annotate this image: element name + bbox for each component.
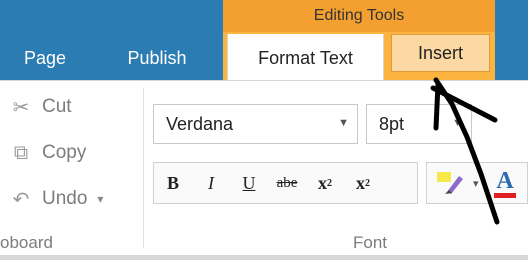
copy-icon: ⧉ bbox=[13, 141, 29, 164]
scissors-icon: ✂ bbox=[12, 96, 30, 119]
font-group-label-text: Font bbox=[352, 233, 388, 252]
tab-page[interactable]: Page bbox=[0, 38, 90, 78]
text-format-buttons: B I U abe x2 x2 bbox=[153, 162, 418, 204]
bold-label: B bbox=[166, 172, 179, 193]
italic-button[interactable]: I bbox=[192, 163, 230, 203]
subscript-label: x bbox=[318, 172, 327, 193]
tab-format-text[interactable]: Format Text bbox=[227, 34, 384, 82]
highlight-dropdown-icon[interactable]: ▾ bbox=[473, 177, 485, 190]
font-color-button[interactable]: A bbox=[485, 163, 525, 203]
tab-insert[interactable]: Insert bbox=[391, 34, 490, 72]
superscript-label: x bbox=[356, 172, 365, 193]
font-group-label: Font bbox=[340, 230, 400, 256]
undo-dropdown-icon[interactable]: ▾ bbox=[97, 192, 103, 206]
undo-button[interactable]: ↶ Undo ▾ bbox=[8, 184, 104, 214]
font-color-label: A bbox=[496, 168, 514, 194]
copy-label: Copy bbox=[42, 142, 87, 163]
subscript-button[interactable]: x2 bbox=[306, 163, 344, 203]
font-size-dropdown-icon[interactable]: ▼ bbox=[452, 117, 463, 129]
font-family-value: Verdana bbox=[166, 113, 234, 134]
underline-button[interactable]: U bbox=[230, 163, 268, 203]
font-family-select[interactable]: Verdana ▼ bbox=[153, 104, 358, 144]
undo-label: Undo bbox=[42, 188, 88, 209]
font-family-dropdown-icon[interactable]: ▼ bbox=[338, 117, 349, 129]
italic-label: I bbox=[208, 172, 214, 193]
editing-tools-label: Editing Tools bbox=[313, 7, 405, 24]
group-separator bbox=[143, 88, 144, 248]
tab-publish-label: Publish bbox=[127, 47, 187, 68]
tab-format-text-label: Format Text bbox=[258, 47, 353, 68]
tab-insert-label: Insert bbox=[417, 42, 464, 63]
highlighter-icon bbox=[437, 172, 463, 194]
cut-label: Cut bbox=[42, 96, 72, 117]
strikethrough-label: abe bbox=[276, 174, 298, 191]
copy-button[interactable]: ⧉ Copy bbox=[8, 138, 87, 168]
undo-icon: ↶ bbox=[12, 188, 30, 211]
tab-publish[interactable]: Publish bbox=[108, 38, 206, 78]
color-buttons: ▾ A bbox=[426, 162, 528, 204]
bold-button[interactable]: B bbox=[154, 163, 192, 203]
strikethrough-button[interactable]: abe bbox=[268, 163, 306, 203]
superscript-button[interactable]: x2 bbox=[344, 163, 382, 203]
clipboard-group-label-text: oboard bbox=[0, 233, 53, 252]
editing-tools-group: Editing Tools bbox=[223, 0, 495, 32]
tab-page-label: Page bbox=[23, 47, 67, 68]
underline-label: U bbox=[242, 172, 256, 193]
clipboard-group-label: oboard bbox=[0, 230, 100, 256]
highlight-button[interactable] bbox=[427, 163, 473, 203]
ribbon-bottom-border bbox=[0, 255, 528, 260]
font-size-value: 8pt bbox=[379, 113, 405, 134]
font-size-select[interactable]: 8pt ▼ bbox=[366, 104, 472, 144]
font-color-swatch bbox=[494, 193, 516, 198]
cut-button[interactable]: ✂ Cut bbox=[8, 92, 72, 122]
